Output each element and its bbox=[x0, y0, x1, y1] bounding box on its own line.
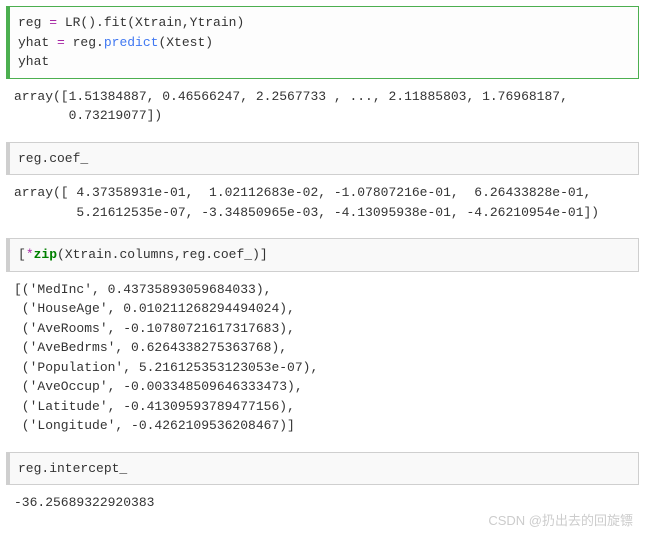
code-token: zip bbox=[34, 247, 57, 262]
code-cell[interactable]: [*zip(Xtrain.columns,reg.coef_)] bbox=[6, 238, 639, 272]
output-block: -36.25689322920383 bbox=[6, 489, 639, 523]
output-block: array([ 4.37358931e-01, 1.02112683e-02, … bbox=[6, 179, 639, 232]
code-token: [ bbox=[18, 247, 26, 262]
code-token: predict bbox=[104, 35, 159, 50]
code-token: * bbox=[26, 247, 34, 262]
code-token: reg. bbox=[65, 35, 104, 50]
code-cell[interactable]: reg.intercept_ bbox=[6, 452, 639, 486]
code-token: (Xtrain.columns,reg.coef_)] bbox=[57, 247, 268, 262]
output-block: array([1.51384887, 0.46566247, 2.2567733… bbox=[6, 83, 639, 136]
code-token: reg.coef_ bbox=[18, 151, 88, 166]
code-token: yhat bbox=[18, 35, 57, 50]
notebook-root: reg = LR().fit(Xtrain,Ytrain) yhat = reg… bbox=[6, 6, 639, 523]
code-token: LR().fit(Xtrain,Ytrain) bbox=[57, 15, 244, 30]
code-token: reg.intercept_ bbox=[18, 461, 127, 476]
code-token: yhat bbox=[18, 54, 49, 69]
output-block: [('MedInc', 0.43735893059684033), ('Hous… bbox=[6, 276, 639, 446]
code-cell[interactable]: reg.coef_ bbox=[6, 142, 639, 176]
code-token: reg bbox=[18, 15, 49, 30]
code-token: = bbox=[57, 35, 65, 50]
code-token: (Xtest) bbox=[158, 35, 213, 50]
code-token: = bbox=[49, 15, 57, 30]
code-cell[interactable]: reg = LR().fit(Xtrain,Ytrain) yhat = reg… bbox=[6, 6, 639, 79]
